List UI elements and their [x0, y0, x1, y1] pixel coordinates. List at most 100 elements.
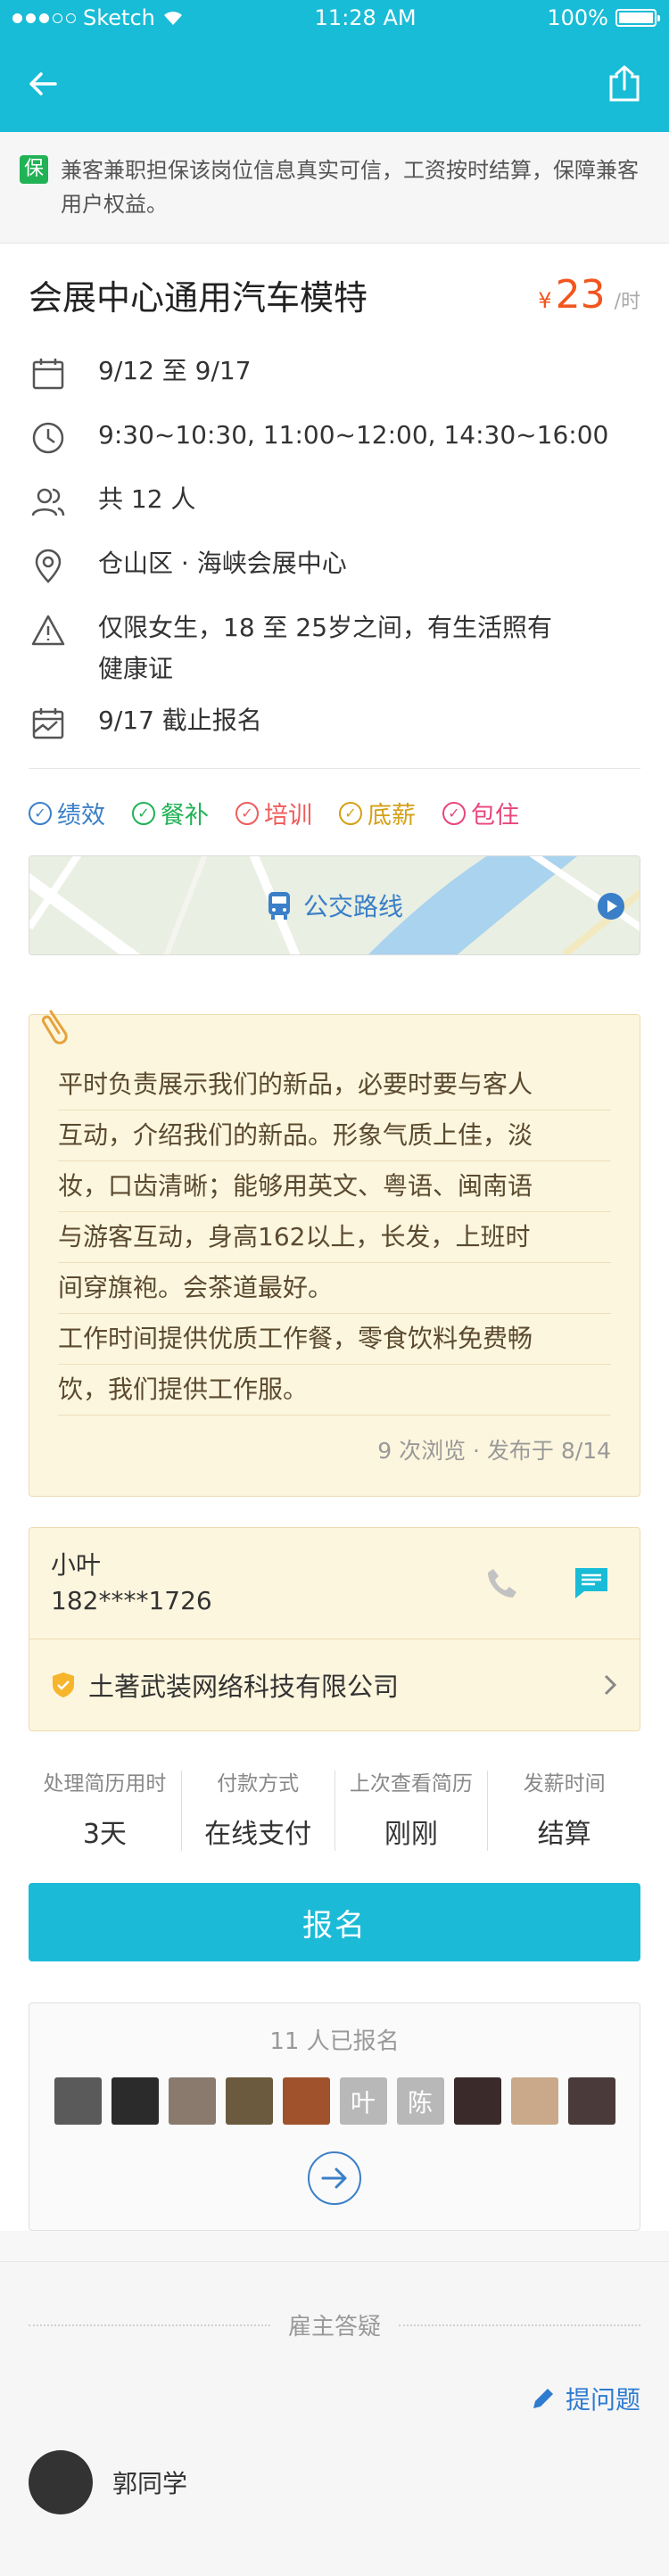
job-price: ¥ 23 /时: [538, 272, 640, 318]
stat-resume-time: 处理简历用时 3天: [29, 1771, 181, 1851]
navigation-bar: [0, 36, 669, 132]
tag-label: 餐补: [161, 802, 209, 830]
info-location: 仓山区 · 海峡会展中心: [29, 538, 640, 602]
info-time: 9:30~10:30, 11:00~12:00, 14:30~16:00: [29, 409, 640, 474]
date-range: 9/12 至 9/17: [98, 356, 252, 385]
bus-route-label: 公交路线: [302, 892, 403, 921]
price-value: 23: [555, 271, 606, 318]
stat-label: 处理简历用时: [43, 1772, 167, 1796]
stat-label: 发薪时间: [523, 1772, 606, 1796]
benefit-tags: ✓ 绩效 ✓ 餐补 ✓ 培训 ✓ 底薪 ✓ 包住: [29, 769, 640, 855]
location: 仓山区 · 海峡会展中心: [98, 549, 347, 578]
carrier-label: Sketch: [83, 5, 155, 30]
tag-label: 包住: [471, 802, 519, 830]
avatar[interactable]: [111, 2077, 159, 2125]
currency-symbol: ¥: [538, 287, 552, 313]
battery-icon: [615, 9, 660, 27]
description-meta: 9 次浏览 · 发布于 8/14: [377, 1438, 611, 1464]
calendar-icon: [32, 359, 64, 390]
avatar: [29, 2450, 93, 2514]
contact-phone: 182****1726: [51, 1586, 212, 1615]
description-line: 饮，我们提供工作服。: [58, 1365, 611, 1416]
applicant-avatars: 叶 陈: [29, 2077, 640, 2125]
message-icon[interactable]: [572, 1565, 611, 1602]
stat-last-viewed: 上次查看简历 刚刚: [334, 1771, 488, 1851]
contact-card: 小叶 182****1726 土著武装网络科技有限公司: [29, 1527, 640, 1731]
tag-base-salary: ✓ 底薪: [339, 796, 416, 830]
contact-name: 小叶: [51, 1550, 102, 1580]
bus-route-label-group: 公交路线: [29, 856, 640, 954]
info-deadline: 9/17 截止报名: [29, 695, 640, 759]
job-title: 会展中心通用汽车模特: [29, 277, 368, 318]
description-line: 间穿旗袍。会茶道最好。: [58, 1263, 611, 1314]
check-circle-icon: ✓: [442, 801, 466, 825]
avatar[interactable]: [282, 2077, 330, 2125]
bus-icon: [268, 892, 290, 920]
tag-meal-allowance: ✓ 餐补: [132, 796, 209, 830]
headcount: 共 12 人: [98, 484, 196, 514]
wifi-icon: [163, 12, 182, 25]
avatar[interactable]: [168, 2077, 216, 2125]
avatar[interactable]: [54, 2077, 102, 2125]
description-line: 互动，介绍我们的新品。形象气质上佳，淡: [58, 1110, 611, 1161]
stat-value: 在线支付: [204, 1819, 312, 1850]
description-line: 工作时间提供优质工作餐，零食饮料免费畅: [58, 1314, 611, 1365]
avatar[interactable]: [567, 2077, 615, 2125]
employer-qa-section: 雇主答疑 提问题 郭同学: [0, 2261, 669, 2576]
guarantee-badge: 保: [20, 155, 48, 184]
requirements: 仅限女生，18 至 25岁之间，有生活照有健康证: [98, 613, 553, 683]
stat-payment-method: 付款方式 在线支付: [180, 1771, 334, 1851]
company-row[interactable]: 土著武装网络科技有限公司: [29, 1639, 640, 1730]
share-icon[interactable]: [607, 64, 642, 103]
ask-question-button[interactable]: 提问题: [29, 2381, 640, 2416]
status-bar: Sketch 11:28 AM 100%: [0, 0, 669, 36]
qa-item: 郭同学: [29, 2450, 640, 2514]
clock-icon: [32, 422, 64, 454]
stat-value: 刚刚: [384, 1819, 438, 1850]
employer-stats: 处理简历用时 3天 付款方式 在线支付 上次查看简历 刚刚 发薪时间 结算: [29, 1731, 640, 1883]
play-navigation-icon[interactable]: [597, 892, 625, 921]
arrow-right-icon: [321, 2167, 347, 2189]
check-circle-icon: ✓: [235, 801, 259, 825]
tag-training: ✓ 培训: [235, 796, 312, 830]
info-date: 9/12 至 9/17: [29, 345, 640, 409]
qa-user-name: 郭同学: [112, 2469, 188, 2498]
ask-question-label: 提问题: [565, 2385, 640, 2415]
signal-strength-icon: [12, 12, 76, 23]
bus-route-map[interactable]: 公交路线: [29, 855, 640, 955]
paperclip-icon: [42, 1010, 68, 1044]
phone-icon[interactable]: [484, 1565, 520, 1601]
tag-performance: ✓ 绩效: [29, 796, 105, 830]
stat-pay-time: 发薪时间 结算: [487, 1771, 640, 1851]
deadline: 9/17 截止报名: [98, 706, 262, 735]
chevron-right-icon: [604, 1674, 617, 1696]
qa-heading: 雇主答疑: [288, 2314, 382, 2341]
check-circle-icon: ✓: [29, 801, 52, 825]
guarantee-notice: 保 兼客兼职担保该岗位信息真实可信，工资按时结算，保障兼客用户权益。: [0, 132, 669, 244]
signup-button[interactable]: 报名: [29, 1883, 640, 1961]
avatar[interactable]: [453, 2077, 501, 2125]
people-icon: [31, 488, 65, 516]
avatar[interactable]: 陈: [396, 2077, 444, 2125]
applicants-panel: 11 人已报名 叶 陈: [29, 2002, 640, 2231]
info-requirements: 仅限女生，18 至 25岁之间，有生活照有健康证: [29, 602, 640, 695]
avatar[interactable]: 叶: [339, 2077, 387, 2125]
description-line: 平时负责展示我们的新品，必要时要与客人: [58, 1060, 611, 1110]
divider: [399, 2324, 641, 2326]
applicant-count: 11 人已报名: [269, 2028, 400, 2055]
verified-shield-icon: [53, 1672, 74, 1697]
check-circle-icon: ✓: [132, 801, 155, 825]
time-slots: 9:30~10:30, 11:00~12:00, 14:30~16:00: [98, 420, 609, 450]
warning-icon: [31, 615, 65, 646]
stat-value: 结算: [537, 1819, 591, 1850]
battery-percent: 100%: [547, 5, 608, 30]
job-detail-card: 会展中心通用汽车模特 ¥ 23 /时 9/12 至 9/17 9:30~10:3…: [0, 244, 669, 2231]
description-line: 妆，口齿清晰；能够用英文、粤语、闽南语: [58, 1161, 611, 1212]
tag-label: 培训: [264, 802, 312, 830]
more-applicants-button[interactable]: [308, 2151, 361, 2205]
avatar[interactable]: [510, 2077, 558, 2125]
back-arrow-icon[interactable]: [27, 68, 59, 100]
avatar[interactable]: [225, 2077, 273, 2125]
guarantee-text: 兼客兼职担保该岗位信息真实可信，工资按时结算，保障兼客用户权益。: [61, 158, 639, 217]
divider: [29, 2324, 270, 2326]
